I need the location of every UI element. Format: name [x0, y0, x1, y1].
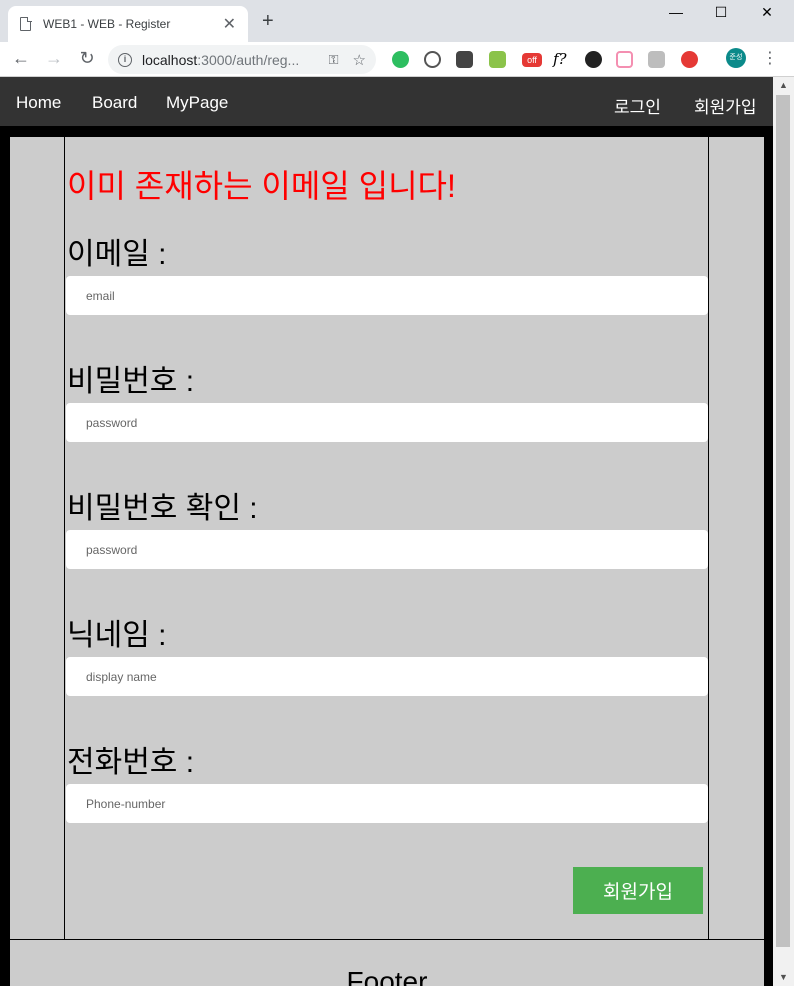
document-icon	[20, 16, 32, 31]
url-host: localhost	[142, 51, 198, 68]
browser-toolbar: ← → ↻ i localhost :3000/auth/reg... ⚿ ☆ …	[0, 42, 794, 77]
site-info-icon[interactable]: i	[118, 52, 132, 67]
browser-tab[interactable]: WEB1 - WEB - Register ✕	[8, 6, 248, 42]
content-area: 이미 존재하는 이메일 입니다! 이메일 : 비밀번호 : 비밀번호 확인 : …	[10, 137, 764, 939]
mask-extension-icon[interactable]	[456, 51, 473, 68]
password-input[interactable]	[66, 403, 708, 442]
nav-mypage-link[interactable]: MyPage	[166, 93, 228, 113]
bookmark-star-icon[interactable]: ☆	[353, 51, 366, 69]
nav-login-link[interactable]: 로그인	[614, 93, 661, 118]
forward-button[interactable]: →	[43, 48, 65, 69]
page-scrollbar[interactable]: ▲ ▼	[773, 77, 794, 986]
nav-signup-link[interactable]: 회원가입	[694, 93, 757, 118]
color-wheel-extension-icon[interactable]	[585, 51, 602, 68]
footer-text: Footer	[346, 966, 428, 986]
nickname-label: 닉네임 :	[67, 619, 167, 652]
nav-board-link[interactable]: Board	[92, 93, 137, 113]
reload-button[interactable]: ↻	[76, 48, 98, 69]
minimize-button[interactable]: —	[666, 4, 686, 20]
evernote-extension-icon[interactable]	[392, 51, 409, 68]
password-label: 비밀번호 :	[67, 365, 195, 398]
sync-extension-icon[interactable]	[681, 51, 698, 68]
password-confirm-label: 비밀번호 확인 :	[67, 492, 258, 525]
page-footer: Footer	[10, 939, 764, 986]
pin-extension-icon[interactable]	[648, 51, 665, 68]
email-input[interactable]	[66, 276, 708, 315]
profile-avatar[interactable]: 준성	[726, 48, 746, 68]
email-label: 이메일 :	[67, 238, 167, 271]
eyedropper-extension-icon[interactable]	[489, 51, 506, 68]
font-extension-icon[interactable]: f?	[553, 51, 570, 68]
scroll-down-arrow-icon[interactable]: ▼	[773, 969, 794, 986]
nickname-input[interactable]	[66, 657, 708, 696]
browser-titlebar: WEB1 - WEB - Register ✕ + — ☐ ✕	[0, 0, 794, 42]
scroll-up-arrow-icon[interactable]: ▲	[773, 77, 794, 94]
back-button[interactable]: ←	[10, 48, 32, 69]
chat-extension-icon[interactable]	[424, 51, 441, 68]
phone-input[interactable]	[66, 784, 708, 823]
address-bar[interactable]: i localhost :3000/auth/reg... ⚿ ☆	[108, 45, 376, 74]
register-form: 이미 존재하는 이메일 입니다! 이메일 : 비밀번호 : 비밀번호 확인 : …	[64, 137, 709, 939]
site-navbar: Home Board MyPage 로그인 회원가입	[0, 77, 773, 126]
error-message: 이미 존재하는 이메일 입니다!	[67, 168, 456, 204]
nav-home-link[interactable]: Home	[16, 93, 61, 113]
phone-label: 전화번호 :	[67, 746, 195, 779]
url-path: :3000/auth/reg...	[197, 51, 300, 68]
maximize-button[interactable]: ☐	[711, 4, 731, 21]
password-confirm-input[interactable]	[66, 530, 708, 569]
page-body: 이미 존재하는 이메일 입니다! 이메일 : 비밀번호 : 비밀번호 확인 : …	[0, 126, 773, 986]
browser-menu-icon[interactable]: ⋮	[762, 48, 778, 68]
password-key-icon[interactable]: ⚿	[329, 52, 339, 68]
scroll-thumb[interactable]	[776, 95, 790, 947]
tab-close-icon[interactable]: ✕	[223, 14, 236, 34]
new-tab-button[interactable]: +	[262, 10, 274, 33]
signup-submit-button[interactable]: 회원가입	[573, 867, 703, 914]
close-window-button[interactable]: ✕	[757, 4, 777, 21]
off-extension-icon[interactable]: off	[522, 53, 542, 67]
tab-title: WEB1 - WEB - Register	[43, 17, 171, 31]
share-extension-icon[interactable]	[616, 51, 633, 68]
